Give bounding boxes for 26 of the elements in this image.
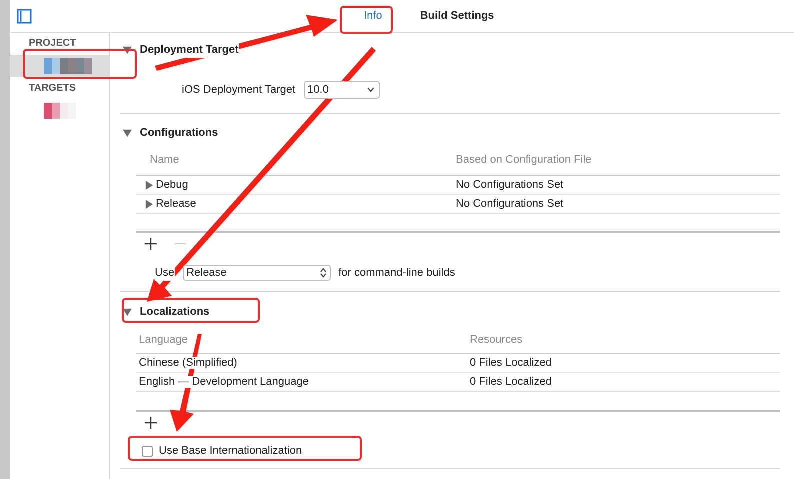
section-title: Deployment Target — [140, 42, 239, 58]
sidebar-section-title: PROJECT — [28, 37, 78, 51]
blurred-name-drawing — [44, 103, 76, 119]
configuration-dropdown[interactable]: Release — [182, 265, 331, 281]
chevron-down-icon — [366, 87, 375, 93]
expanded-triangle-icon[interactable] — [123, 128, 132, 138]
up-down-arrows-icon — [320, 268, 327, 278]
sidebar-item[interactable] — [10, 55, 109, 77]
highlight-box — [340, 6, 393, 34]
collapsed-triangle-icon[interactable] — [145, 180, 154, 190]
sidebar-section-title: TARGETS — [28, 82, 78, 96]
table-cell: English — Development Language — [139, 376, 310, 388]
add-icon[interactable] — [145, 238, 157, 250]
expanded-triangle-icon[interactable] — [123, 46, 132, 54]
add-icon[interactable] — [145, 417, 157, 429]
tab[interactable]: Build Settings — [416, 6, 498, 26]
column-header: Language — [139, 334, 188, 346]
table-cell: Chinese (Simplified) — [139, 356, 238, 369]
checkbox[interactable] — [142, 446, 153, 456]
sidebar-toggle-icon[interactable] — [17, 8, 32, 24]
column-header: Name — [150, 154, 180, 166]
version-dropdown[interactable]: 10.0 — [304, 81, 380, 99]
blurred-name-drawing — [44, 58, 92, 74]
collapsed-triangle-icon[interactable] — [145, 200, 154, 208]
expanded-triangle-icon[interactable] — [123, 308, 132, 316]
tab[interactable]: Info — [360, 6, 386, 26]
